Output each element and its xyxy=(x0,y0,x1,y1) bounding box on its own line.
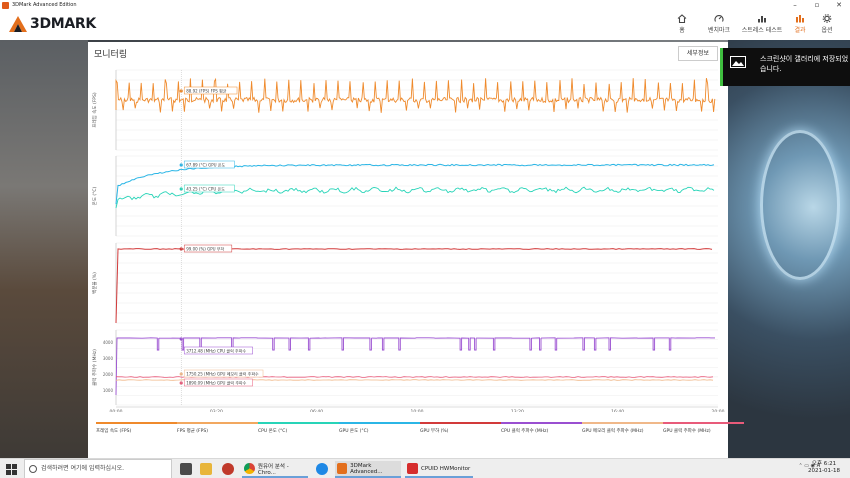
legend-item[interactable]: GPU 부하 (%) xyxy=(420,422,501,434)
window-titlebar: 3DMark Advanced Edition – ▫ ✕ xyxy=(0,0,850,10)
brand-logo: 3DMARK xyxy=(9,16,96,32)
benchmark-icon xyxy=(714,15,724,22)
edge-icon[interactable] xyxy=(316,463,328,475)
y-axis-label: 온도 (°C) xyxy=(92,186,98,205)
monitoring-chart-svg: 프레임 속도 (FPS) 온도 (°C) 백분율 (%) 클럭 주파수 (MHz) 40… xyxy=(91,69,725,412)
chrome-icon xyxy=(244,463,255,474)
app-record-icon[interactable] xyxy=(222,463,234,475)
task-view-icon[interactable] xyxy=(180,463,192,475)
y-tick-label: 3000 xyxy=(103,356,114,361)
gallery-icon xyxy=(730,56,746,68)
search-placeholder: 검색하려면 여기에 입력하십시오. xyxy=(41,465,125,472)
x-tick-label: 03:20 xyxy=(210,409,223,412)
nav-stress-test-label: 스트레스 테스트 xyxy=(741,27,783,34)
windows-start-icon[interactable] xyxy=(6,464,17,475)
nav-benchmark-label: 벤치마크 xyxy=(707,27,731,34)
y-tick-label: 2000 xyxy=(103,372,114,377)
legend-item[interactable]: CPU 온도 (°C) xyxy=(258,422,339,434)
details-button[interactable]: 세부정보 xyxy=(677,46,718,61)
minimize-button[interactable]: – xyxy=(784,0,806,10)
legend-item-label: GPU 부하 (%) xyxy=(420,429,449,434)
monitoring-chart: 프레임 속도 (FPS) 온도 (°C) 백분율 (%) 클럭 주파수 (MHz) 40… xyxy=(88,66,728,412)
legend-item-label: GPU 메모리 클럭 주파수 (MHz) xyxy=(582,429,644,434)
toast-message: 스크린샷이 갤러리에 저장되었습니다. xyxy=(760,55,849,73)
taskbar-app-chrome[interactable]: 원유어 분석 - Chro... xyxy=(242,461,308,478)
legend-item[interactable]: 프레임 속도 (FPS) xyxy=(96,422,177,434)
y-axis-label: 프레임 속도 (FPS) xyxy=(91,92,98,127)
file-explorer-icon[interactable] xyxy=(200,463,212,475)
annotation-label: 88.92 (FPS) FPS 평균 xyxy=(186,87,227,93)
annotation-label: 1890.09 (MHz) GPU 클럭 주파수 xyxy=(186,379,246,385)
nav-home[interactable]: 홈 xyxy=(664,13,700,34)
monitoring-panel: 모니터링 세부정보 프레임 속도 (FPS) 온도 (°C) 백분율 (%) 클럭 주… xyxy=(88,42,744,458)
legend-item-label: GPU 클럭 주파수 (MHz) xyxy=(663,429,711,434)
taskbar-app-label: CPUID HWMonitor xyxy=(421,465,471,472)
app-header: 3DMARK 홈 벤치마크 스트레스 테스트 결과 옵션 xyxy=(0,10,850,40)
taskbar-app-label: 원유어 분석 - Chro... xyxy=(257,463,289,476)
3dmark-logo-icon xyxy=(9,16,27,32)
legend-item-label: CPU 클럭 주파수 (MHz) xyxy=(501,429,549,434)
taskbar-app-hwmonitor[interactable]: CPUID HWMonitor xyxy=(405,461,473,478)
hwmonitor-icon xyxy=(407,463,418,474)
nav-stress-test[interactable]: 스트레스 테스트 xyxy=(738,13,786,34)
nav-benchmark[interactable]: 벤치마크 xyxy=(701,13,737,34)
legend-item[interactable]: GPU 메모리 클럭 주파수 (MHz) xyxy=(582,422,663,434)
y-tick-label: 1000 xyxy=(103,388,114,393)
panel-title: 모니터링 xyxy=(94,50,128,60)
annotation-label: 99.00 (%) GPU 부하 xyxy=(186,245,224,251)
nav-home-label: 홈 xyxy=(679,27,685,34)
search-icon xyxy=(29,465,37,473)
legend-item[interactable]: CPU 클럭 주파수 (MHz) xyxy=(501,422,582,434)
legend-item-label: FPS 평균 (FPS) xyxy=(177,429,208,434)
background-left-scene xyxy=(0,40,88,458)
nav-results-label: 결과 xyxy=(794,27,806,34)
x-tick-label: 16:40 xyxy=(611,409,624,412)
legend-item[interactable]: GPU 온도 (°C) xyxy=(339,422,420,434)
maximize-button[interactable]: ▫ xyxy=(806,0,828,10)
main-nav: 홈 벤치마크 스트레스 테스트 결과 옵션 xyxy=(663,13,840,34)
annotation-label: 67.89 (°C) GPU 온도 xyxy=(186,162,225,167)
chart-legend: 프레임 속도 (FPS) FPS 평균 (FPS) CPU 온도 (°C) GP… xyxy=(96,422,746,434)
window-title: 3DMark Advanced Edition xyxy=(12,2,77,8)
x-tick-label: 20:00 xyxy=(712,409,725,412)
clock-date: 2021-01-18 xyxy=(808,468,840,474)
taskbar-app-label: 3DMark Advanced... xyxy=(350,462,383,475)
taskbar-search-input[interactable]: 검색하려면 여기에 입력하십시오. xyxy=(24,459,172,478)
x-tick-label: 13:20 xyxy=(511,409,524,412)
annotation-label: 43.25 (°C) CPU 온도 xyxy=(186,186,225,191)
taskbar-clock[interactable]: 오후 6:21 2021-01-18 xyxy=(808,461,840,475)
fps-series-line xyxy=(115,77,716,113)
x-tick-label: 06:40 xyxy=(310,409,323,412)
y-tick-label: 4000 xyxy=(103,340,114,345)
taskbar-app-3dmark[interactable]: 3DMark Advanced... xyxy=(335,461,401,478)
close-button[interactable]: ✕ xyxy=(828,0,850,10)
brand-name: 3DMARK xyxy=(30,16,96,32)
y-axis-label: 클럭 주파수 (MHz) xyxy=(91,349,98,386)
legend-item[interactable]: GPU 클럭 주파수 (MHz) xyxy=(663,422,744,434)
home-icon xyxy=(677,14,687,23)
gpu-temp-series-line xyxy=(115,163,715,205)
legend-item-label: GPU 온도 (°C) xyxy=(339,429,369,434)
x-tick-label: 10:00 xyxy=(411,409,424,412)
nav-options-label: 옵션 xyxy=(821,27,833,34)
x-tick-label: 00:00 xyxy=(110,409,123,412)
legend-item-label: CPU 온도 (°C) xyxy=(258,429,288,434)
3dmark-icon xyxy=(337,463,348,474)
y-axis-label: 백분율 (%) xyxy=(91,272,98,294)
app-icon xyxy=(2,1,9,9)
taskbar: 검색하려면 여기에 입력하십시오. 원유어 분석 - Chro... 3DMar… xyxy=(0,458,850,478)
legend-item-label: 프레임 속도 (FPS) xyxy=(96,429,132,434)
stress-test-icon xyxy=(758,16,766,23)
nav-options[interactable]: 옵션 xyxy=(814,13,840,34)
clock-time: 오후 6:21 xyxy=(811,461,837,467)
annotation-label: 3712.48 (MHz) CPU 클럭 주파수 xyxy=(186,347,246,353)
screenshot-toast[interactable]: 스크린샷이 갤러리에 저장되었습니다. xyxy=(720,48,850,86)
results-icon xyxy=(796,15,804,23)
annotation-label: 1750.25 (MHz) GPU 메모리 클럭 주파수 xyxy=(186,370,259,376)
gpu-load-series-line xyxy=(115,248,713,324)
gear-icon xyxy=(822,14,832,23)
background-portal xyxy=(760,130,840,280)
nav-results[interactable]: 결과 xyxy=(787,13,813,34)
legend-item[interactable]: FPS 평균 (FPS) xyxy=(177,422,258,434)
